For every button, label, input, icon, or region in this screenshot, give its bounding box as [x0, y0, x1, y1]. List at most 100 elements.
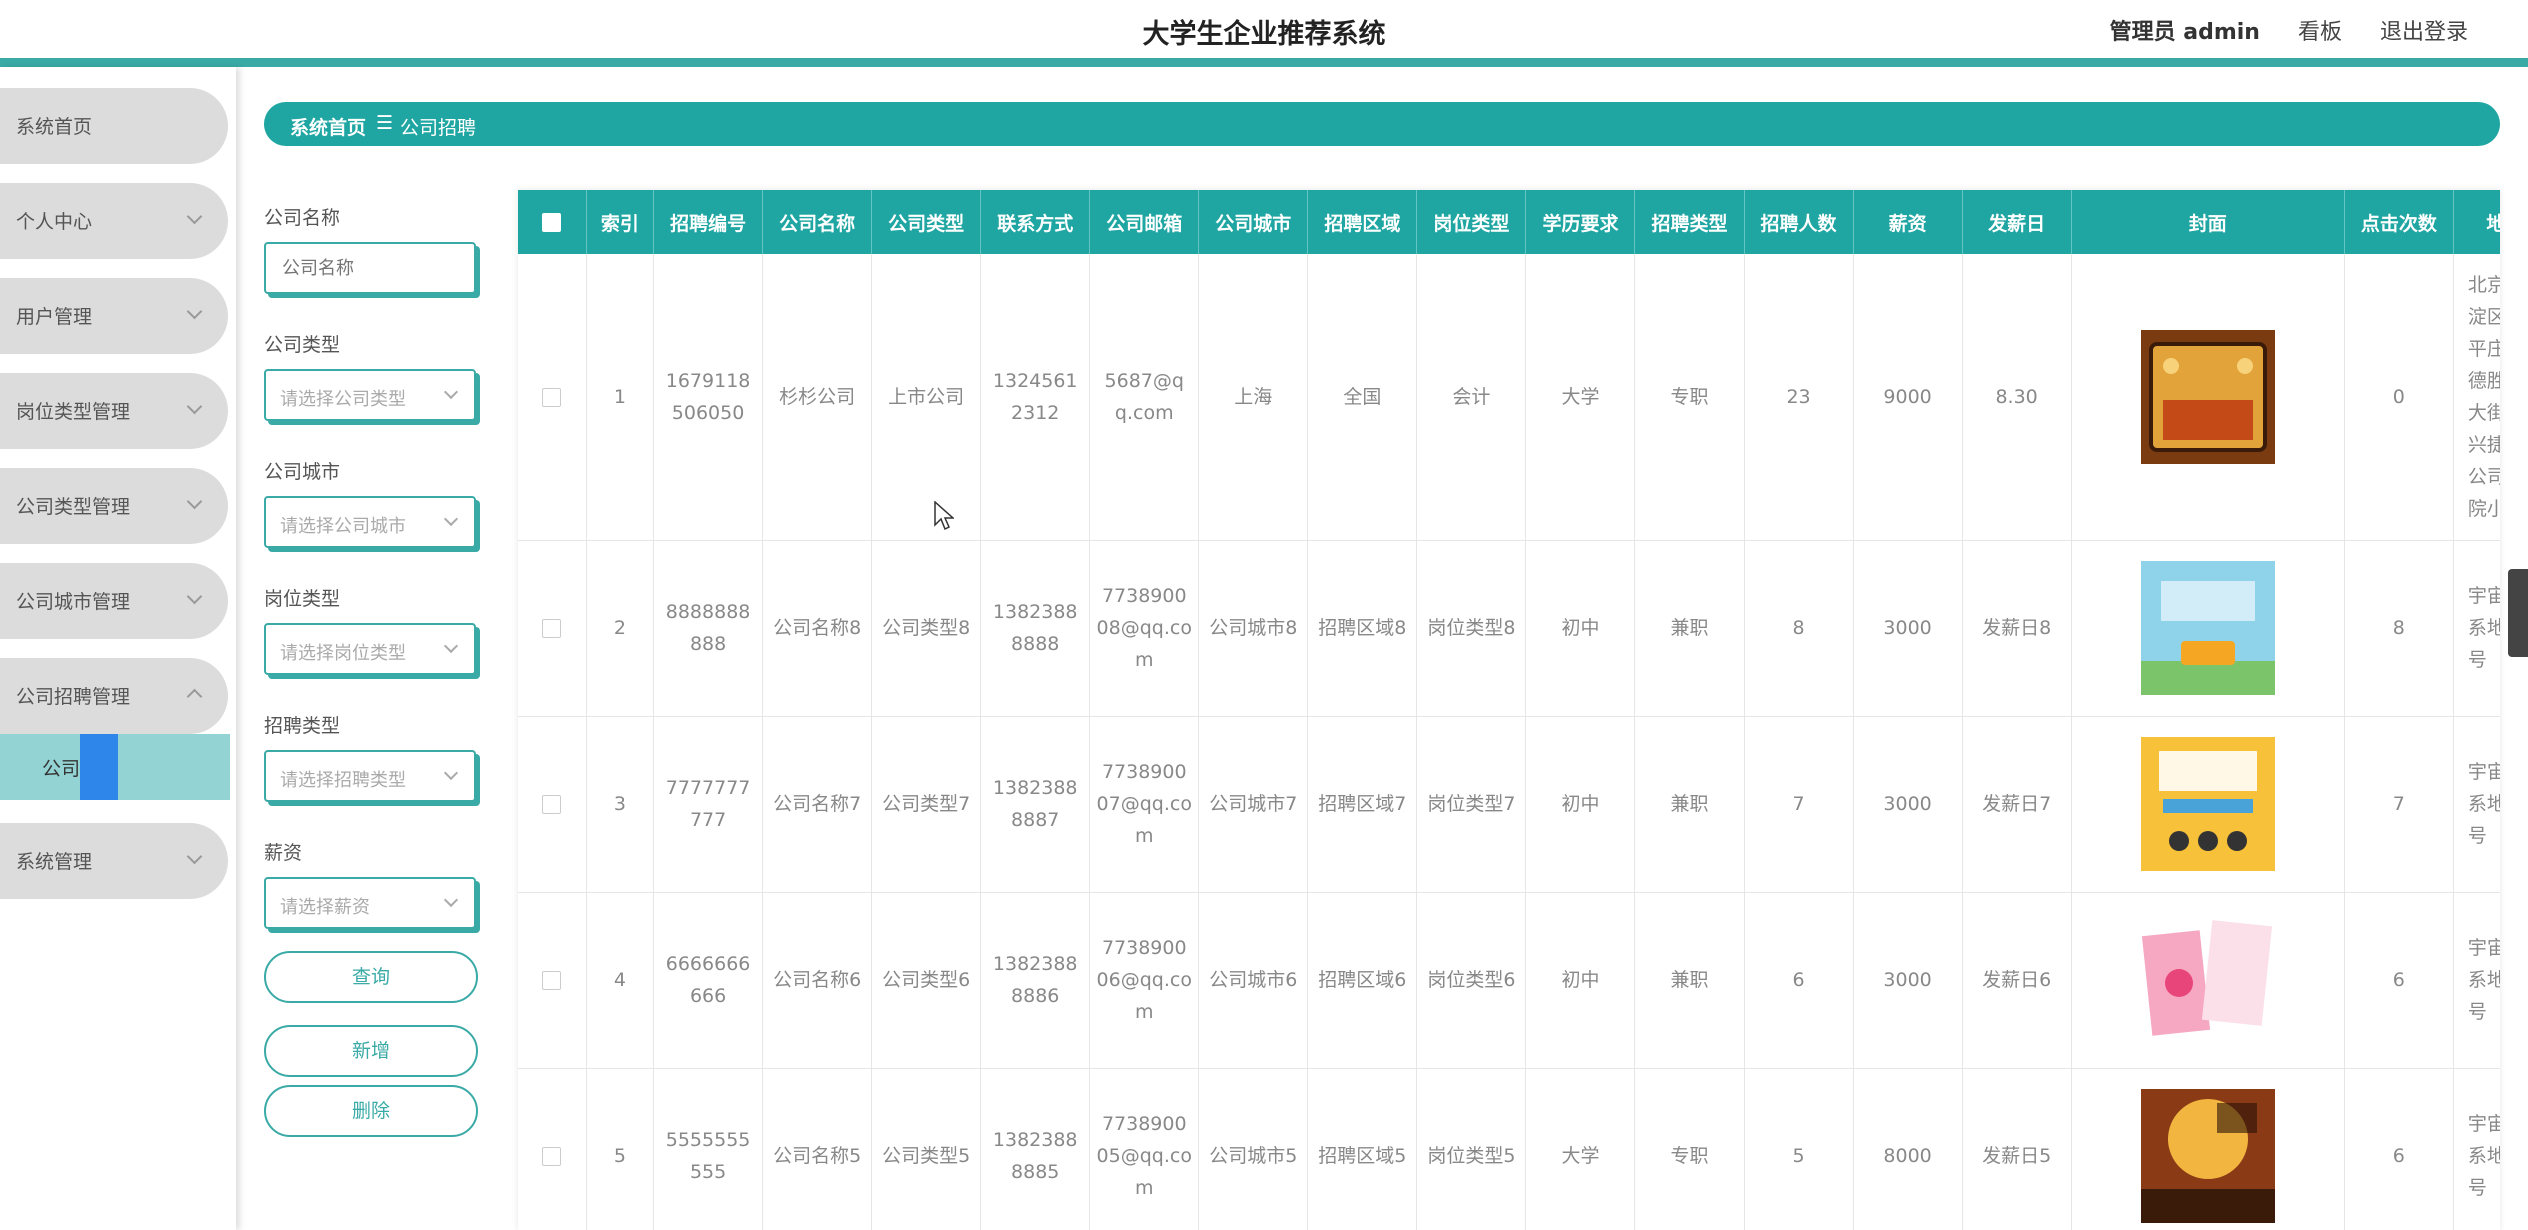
column-header: 发薪日: [1962, 190, 2072, 254]
cell-cover: [2071, 540, 2345, 717]
cell-name: 公司名称8: [762, 540, 873, 717]
cell-clicks: 6: [2344, 892, 2454, 1069]
row-checkbox[interactable]: [542, 619, 562, 638]
chevron-down-icon: [443, 638, 459, 654]
cover-image: [2140, 329, 2275, 464]
cell-city: 公司城市6: [1198, 892, 1309, 1069]
column-header: 岗位类型: [1416, 190, 1527, 254]
company-name-input[interactable]: [280, 244, 464, 292]
logout-link[interactable]: 退出登录: [2380, 14, 2468, 46]
column-header: 公司城市: [1198, 190, 1309, 254]
top-bar: 大学生企业推荐系统 管理员 admin 看板 退出登录: [0, 0, 2528, 58]
delete-button[interactable]: 删除: [264, 1085, 478, 1137]
cell-index: 3: [586, 716, 655, 893]
cell-salary: 3000: [1853, 540, 1963, 717]
address-line: 号: [2467, 1177, 2487, 1199]
address-line: 系地球7: [2467, 793, 2500, 815]
column-header: 公司类型: [871, 190, 982, 254]
chevron-down-icon: [186, 493, 203, 510]
cell-rtype: 兼职: [1634, 892, 1745, 1069]
cell-clicks: 7: [2344, 716, 2454, 893]
cell-phone: 13823888888: [980, 540, 1091, 717]
company-city-select[interactable]: 请选择公司城市: [264, 496, 476, 548]
recruit-type-select[interactable]: 请选择招聘类型: [264, 750, 476, 802]
column-header: 索引: [586, 190, 655, 254]
sidebar-item-recruitment-management[interactable]: 公司招聘管理: [0, 658, 228, 734]
cell-type: 上市公司: [871, 254, 982, 541]
admin-label: 管理员 admin: [2109, 20, 2260, 45]
table-row[interactable]: 3 7777777777 公司名称7 公司类型7 13823888887 77389000…: [518, 716, 2500, 893]
cell-code: 5555555555: [653, 1068, 764, 1230]
recruitment-table: 索引 招聘编号 公司名称 公司类型 联系方式 公司邮箱 公司城市 招聘区域 岗位…: [518, 190, 2500, 1230]
side-collapse-handle[interactable]: [2508, 569, 2528, 657]
row-checkbox-cell: [518, 540, 587, 717]
cell-city: 公司城市8: [1198, 540, 1309, 717]
table-row[interactable]: 2 8888888888 公司名称8 公司类型8 13823888888 77389000…: [518, 540, 2500, 717]
cell-clicks: 6: [2344, 1068, 2454, 1230]
cell-type: 公司类型5: [871, 1068, 982, 1230]
cell-name: 公司名称7: [762, 716, 873, 893]
breadcrumb-home[interactable]: 系统首页: [290, 113, 366, 140]
table-row[interactable]: 5 5555555555 公司名称5 公司类型5 13823888885 77389000…: [518, 1068, 2500, 1230]
sidebar-item-company-type-management[interactable]: 公司类型管理: [0, 468, 228, 544]
cell-edu: 大学: [1525, 254, 1636, 541]
row-checkbox[interactable]: [542, 387, 562, 407]
breadcrumb-current: 公司招聘: [400, 117, 477, 139]
sidebar-item-job-type-management[interactable]: 岗位类型管理: [0, 373, 228, 449]
job-type-select[interactable]: 请选择岗位类型: [264, 623, 476, 675]
row-checkbox[interactable]: [542, 1147, 562, 1166]
table-row[interactable]: 1 1679118506050 杉杉公司 上市公司 13245612312 5687@qq…: [518, 254, 2500, 541]
sidebar-item-personal-center[interactable]: 个人中心: [0, 183, 228, 259]
address-line: 院小区: [2467, 497, 2500, 520]
cell-code: 6666666666: [653, 892, 764, 1069]
column-header: 点击次数: [2344, 190, 2454, 254]
sidebar-item-label: 系统首页: [16, 116, 93, 138]
query-button[interactable]: 查询: [264, 951, 478, 1003]
table-row[interactable]: 4 6666666666 公司名称6 公司类型6 13823888886 77389000…: [518, 892, 2500, 1069]
sidebar-item-home[interactable]: 系统首页: [0, 88, 228, 164]
address-line: 号: [2467, 1001, 2487, 1023]
cell-edu: 大学: [1525, 1068, 1636, 1230]
cell-rtype: 专职: [1634, 1068, 1745, 1230]
address-line: 宇宙银河: [2467, 937, 2500, 959]
board-link[interactable]: 看板: [2298, 14, 2342, 46]
column-header: 公司邮箱: [1089, 190, 1200, 254]
sidebar-item-system-management[interactable]: 系统管理: [0, 823, 228, 899]
address-line: 兴捷物业: [2467, 433, 2500, 456]
cell-salary: 9000: [1853, 254, 1963, 541]
cell-clicks: 0: [2344, 254, 2454, 541]
add-button[interactable]: 新增: [264, 1025, 478, 1077]
sidebar-item-label: 公司城市管理: [16, 591, 131, 613]
cell-code: 7777777777: [653, 716, 764, 893]
salary-label: 薪资: [264, 842, 303, 864]
salary-placeholder: 请选择薪资: [280, 897, 370, 918]
table-header-row: 索引 招聘编号 公司名称 公司类型 联系方式 公司邮箱 公司城市 招聘区域 岗位…: [518, 190, 2500, 254]
address-line: 宇宙银河: [2467, 761, 2500, 783]
column-header: 招聘类型: [1634, 190, 1745, 254]
chevron-down-icon: [186, 303, 203, 320]
chevron-down-icon: [186, 208, 203, 225]
chevron-down-icon: [186, 398, 203, 415]
cell-address: 宇宙银河系地球5 号: [2453, 1068, 2500, 1230]
cell-name: 杉杉公司: [762, 254, 873, 541]
company-type-select[interactable]: 请选择公司类型: [264, 369, 476, 421]
salary-select[interactable]: 请选择薪资: [264, 877, 476, 929]
cell-index: 2: [586, 540, 655, 717]
cell-address: 宇宙银河系地球7 号: [2453, 716, 2500, 893]
company-type-label: 公司类型: [264, 334, 341, 356]
cell-payday: 发薪日6: [1962, 892, 2072, 1069]
cell-area: 全国: [1307, 254, 1418, 541]
row-checkbox[interactable]: [542, 795, 562, 814]
select-all-checkbox[interactable]: [542, 213, 562, 232]
column-header: 薪资: [1853, 190, 1963, 254]
sidebar-item-user-management[interactable]: 用户管理: [0, 278, 228, 354]
breadcrumb: 系统首页 ☰ 公司招聘: [264, 102, 2500, 146]
cell-salary: 3000: [1853, 716, 1963, 893]
cell-payday: 8.30: [1962, 254, 2072, 541]
address-line: 淀区北太: [2467, 305, 2500, 328]
row-checkbox[interactable]: [542, 971, 562, 990]
cell-rtype: 专职: [1634, 254, 1745, 541]
column-header: 招聘人数: [1744, 190, 1854, 254]
cell-city: 上海: [1198, 254, 1309, 541]
sidebar-item-company-city-management[interactable]: 公司城市管理: [0, 563, 228, 639]
